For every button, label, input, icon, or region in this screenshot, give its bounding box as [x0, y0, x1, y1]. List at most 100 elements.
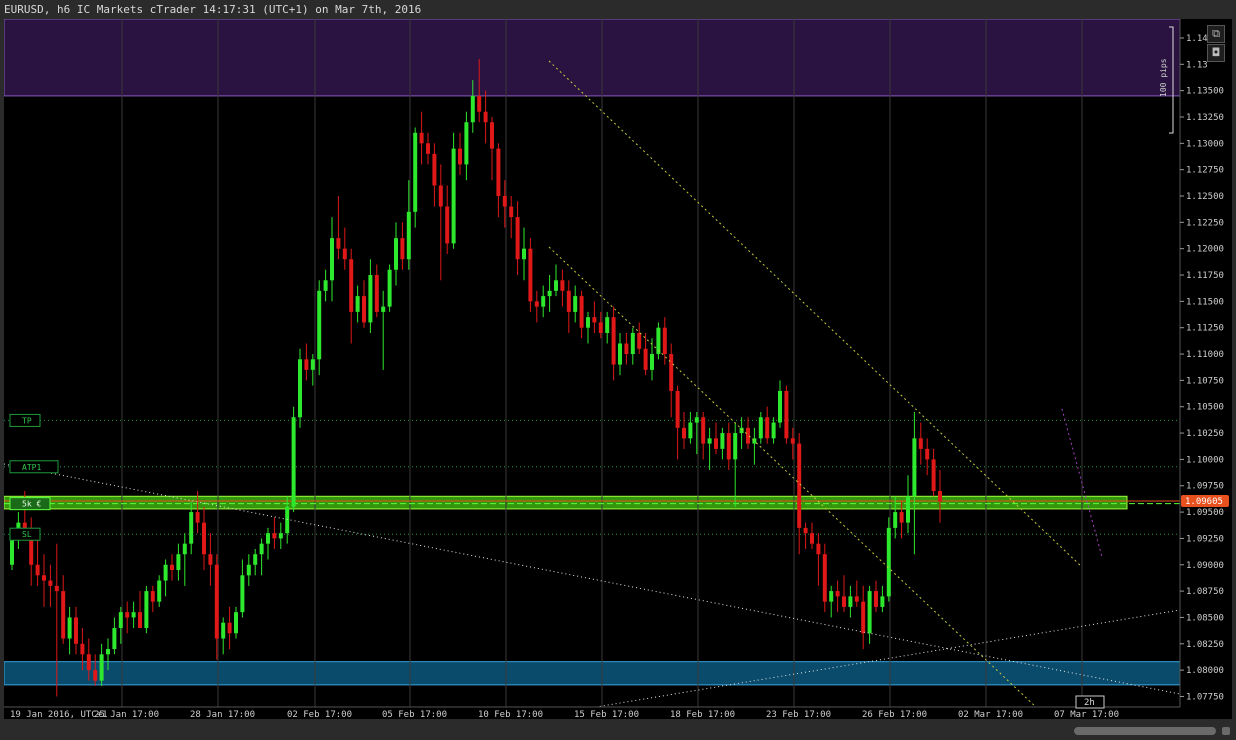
- bull-candle: [259, 543, 264, 555]
- bull-candle: [413, 132, 418, 212]
- bear-candle: [272, 533, 277, 539]
- bull-candle: [893, 512, 898, 528]
- bull-candle: [67, 617, 72, 639]
- bear-candle: [419, 132, 424, 144]
- bear-candle: [502, 196, 507, 207]
- bull-candle: [650, 354, 654, 370]
- bull-candle: [720, 433, 725, 449]
- bear-candle: [432, 153, 437, 186]
- bear-candle: [509, 206, 514, 218]
- bear-candle: [701, 417, 706, 444]
- bear-candle: [682, 427, 686, 439]
- bear-candle: [784, 390, 789, 439]
- bear-candle: [835, 591, 840, 597]
- bear-candle: [80, 643, 85, 655]
- bear-candle: [566, 290, 571, 312]
- scrollbar-end-button[interactable]: [1222, 727, 1230, 735]
- bear-candle: [342, 248, 347, 260]
- bear-candle: [93, 670, 98, 681]
- bull-candle: [451, 148, 456, 244]
- bear-candle: [611, 317, 616, 365]
- price-tick-label: 1.11750: [1186, 271, 1224, 281]
- bear-candle: [675, 390, 680, 428]
- bear-candle: [726, 433, 731, 460]
- bull-candle: [234, 612, 238, 634]
- position-label: 5k €: [22, 500, 41, 509]
- bear-candle: [54, 585, 59, 592]
- bear-candle: [624, 343, 629, 355]
- price-tick-label: 1.13250: [1186, 113, 1224, 123]
- bull-candle: [464, 122, 469, 165]
- bull-candle: [285, 506, 290, 534]
- price-tick-label: 1.12250: [1186, 218, 1224, 228]
- bear-candle: [214, 564, 219, 639]
- bull-candle: [912, 438, 917, 497]
- bull-candle: [630, 332, 635, 355]
- price-tick-label: 1.09750: [1186, 482, 1224, 492]
- time-tick-label: 05 Feb 17:00: [382, 710, 447, 719]
- bear-candle: [336, 238, 341, 249]
- external-link-icon[interactable]: ⧉: [1207, 25, 1225, 43]
- bear-candle: [816, 543, 821, 555]
- price-tick-label: 1.12500: [1186, 192, 1224, 202]
- bear-candle: [822, 554, 827, 602]
- bull-candle: [605, 317, 610, 333]
- time-tick-label: 18 Feb 17:00: [670, 710, 735, 719]
- bull-candle: [381, 306, 386, 312]
- bull-candle: [330, 238, 334, 281]
- atp-label: ATP1: [22, 463, 41, 472]
- price-tick-label: 1.11500: [1186, 297, 1224, 307]
- bull-candle: [470, 95, 475, 123]
- supply-zone: [4, 19, 1181, 97]
- price-tick-label: 1.09500: [1186, 508, 1224, 518]
- bear-candle: [490, 122, 494, 149]
- price-tick-label: 1.08000: [1186, 666, 1224, 676]
- price-tick-label: 1.13: [1186, 60, 1208, 70]
- bull-candle: [310, 359, 315, 370]
- bull-candle: [771, 422, 776, 439]
- bear-candle: [925, 448, 930, 460]
- bull-candle: [112, 627, 117, 650]
- bear-candle: [899, 512, 904, 523]
- bear-candle: [477, 95, 482, 112]
- time-tick-label: 07 Mar 17:00: [1054, 710, 1119, 719]
- bull-candle: [99, 654, 104, 681]
- bull-candle: [221, 622, 226, 639]
- camera-icon[interactable]: ◘: [1207, 44, 1225, 62]
- bear-candle: [227, 622, 232, 634]
- bull-candle: [778, 390, 782, 423]
- time-tick-label: 26 Feb 17:00: [862, 710, 927, 719]
- bear-candle: [669, 354, 674, 391]
- bear-candle: [810, 533, 814, 544]
- bull-candle: [867, 591, 872, 634]
- demand-zone: [4, 661, 1181, 686]
- bear-candle: [842, 596, 846, 607]
- bull-candle: [886, 527, 891, 597]
- price-tick-label: 1.08750: [1186, 587, 1224, 597]
- bull-candle: [189, 512, 194, 544]
- time-tick-label: 28 Jan 17:00: [190, 710, 255, 719]
- price-tick-label: 1.08500: [1186, 613, 1224, 623]
- chart-background: [4, 19, 1232, 719]
- bull-candle: [707, 438, 712, 444]
- price-tick-label: 1.10000: [1186, 455, 1224, 465]
- bear-candle: [304, 359, 309, 370]
- pips-label: 100 pips: [1159, 58, 1168, 97]
- bull-candle: [406, 211, 411, 260]
- bull-candle: [618, 343, 622, 365]
- bear-candle: [861, 601, 866, 634]
- candlestick-chart[interactable]: 1.14 1.13 1.13500 1.13250 1.13000 1.12750 1.12…: [4, 19, 1232, 719]
- bear-candle: [438, 185, 443, 207]
- bull-candle: [240, 575, 245, 613]
- horizontal-scrollbar[interactable]: [1074, 727, 1216, 735]
- bull-candle: [554, 280, 558, 291]
- bull-candle: [758, 417, 763, 439]
- bull-candle: [541, 296, 546, 307]
- bear-candle: [400, 238, 405, 260]
- bull-candle: [829, 591, 834, 602]
- bull-candle: [10, 538, 14, 565]
- bull-candle: [317, 290, 322, 360]
- bull-candle: [278, 533, 283, 539]
- price-tick-label: 1.11000: [1186, 350, 1224, 360]
- bull-candle: [253, 554, 258, 565]
